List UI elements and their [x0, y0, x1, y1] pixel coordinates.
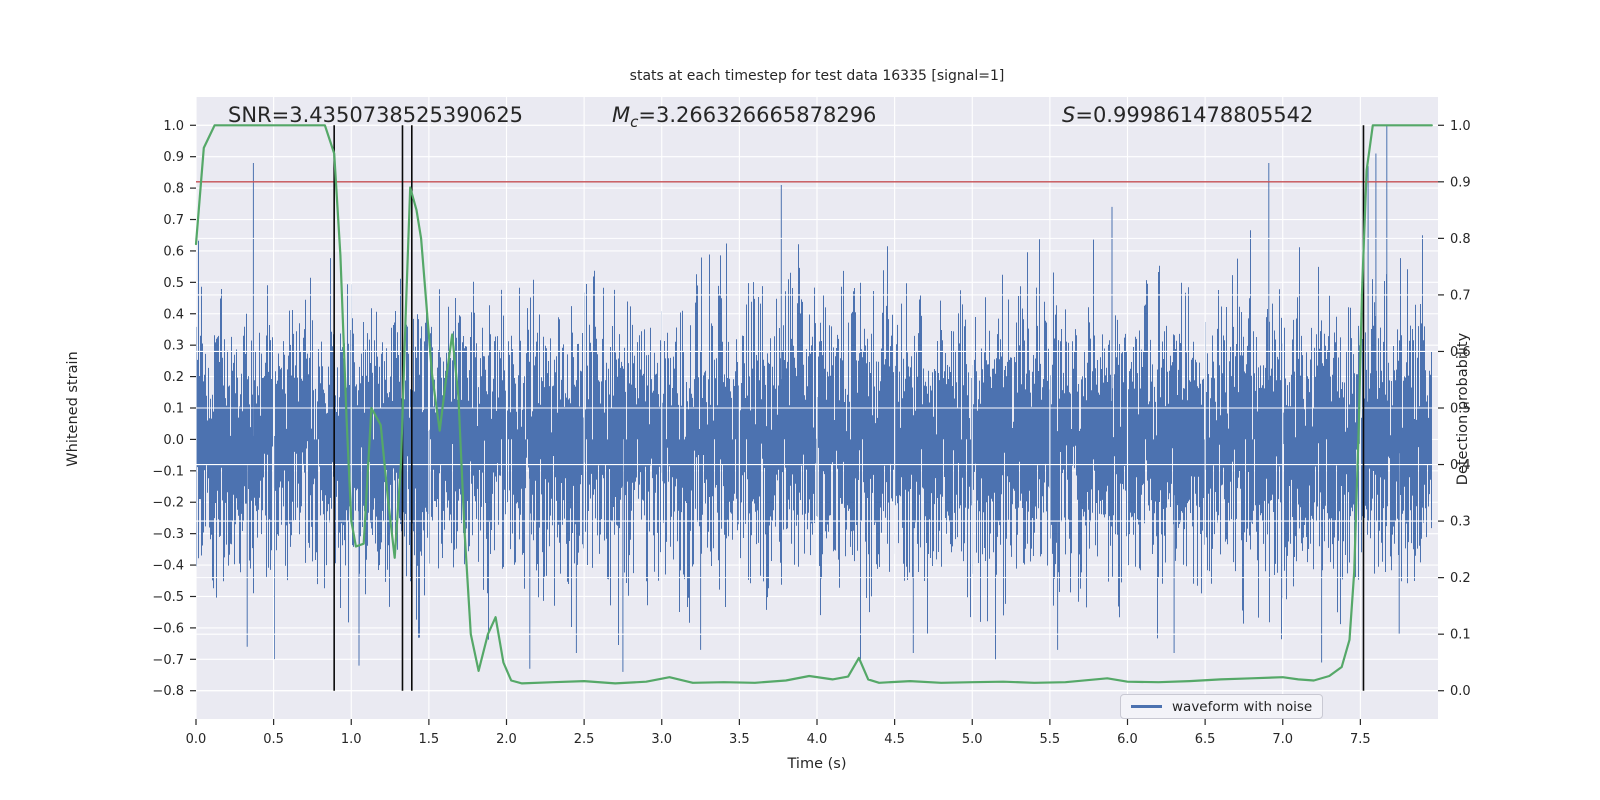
annotation-score: S=0.999861478805542 — [1062, 103, 1313, 127]
x-tick-label: 1.5 — [419, 732, 440, 747]
y-tick-label-left: −0.4 — [152, 559, 184, 574]
legend-line-sample — [1131, 705, 1162, 708]
y-tick-label-left: 0.7 — [163, 213, 184, 228]
y-tick-label-left: −0.6 — [152, 621, 184, 636]
x-tick-label: 6.0 — [1117, 732, 1138, 747]
y-tick-label-left: 0.8 — [163, 182, 184, 197]
y-tick-label-left: 0.4 — [163, 307, 184, 322]
annotation-mc-symbol: M — [612, 103, 631, 127]
y-tick-label-right: 1.0 — [1450, 119, 1471, 134]
annotation-mc-value: =3.266326665878296 — [638, 103, 877, 127]
x-tick-label: 2.5 — [574, 732, 595, 747]
y-tick-label-left: −0.1 — [152, 464, 184, 479]
y-tick-label-left: −0.5 — [152, 590, 184, 605]
x-tick-label: 7.0 — [1272, 732, 1293, 747]
y-tick-label-left: −0.2 — [152, 496, 184, 511]
figure: 1.0 0.9 0.8 0.7 0.6 0.5 0.4 0.3 0.2 0.1 0.0 −0.1 −0.… — [0, 0, 1600, 800]
x-tick-label: 5.0 — [962, 732, 983, 747]
y-tick-label-right: 0.2 — [1450, 571, 1471, 586]
legend-box: waveform with noise — [1120, 694, 1324, 719]
y-tick-label-left: 0.9 — [163, 150, 184, 165]
x-axis-label: Time (s) — [787, 756, 847, 772]
x-tick-label: 3.0 — [651, 732, 672, 747]
y-tick-label-right: 0.9 — [1450, 175, 1471, 190]
x-tick-label: 0.0 — [186, 732, 207, 747]
x-tick-label: 6.5 — [1195, 732, 1216, 747]
y-tick-label-left: 0.5 — [163, 276, 184, 291]
annotation-snr: SNR=3.4350738525390625 — [228, 103, 523, 127]
y-axis-label-right: Detection probability — [1455, 332, 1471, 486]
x-tick-label: 7.5 — [1350, 732, 1371, 747]
x-tick-label: 2.0 — [496, 732, 517, 747]
y-axis-label-left: Whitened strain — [65, 351, 81, 467]
y-tick-label-left: 0.1 — [163, 402, 184, 417]
x-tick-label: 1.0 — [341, 732, 362, 747]
annotation-s-value: =0.999861478805542 — [1075, 103, 1314, 127]
x-tick-label: 5.5 — [1040, 732, 1061, 747]
annotation-snr-text: SNR=3.4350738525390625 — [228, 103, 524, 127]
annotation-s-symbol: S — [1062, 103, 1076, 127]
x-tick-label: 3.5 — [729, 732, 750, 747]
y-tick-label-left: 0.6 — [163, 244, 184, 259]
x-tick-label: 4.0 — [807, 732, 828, 747]
annotation-chirp-mass: Mc=3.266326665878296 — [612, 103, 876, 131]
y-tick-label-right: 0.1 — [1450, 628, 1471, 643]
y-tick-label-left: 0.3 — [163, 339, 184, 354]
y-tick-label-right: 0.8 — [1450, 232, 1471, 247]
y-tick-label-left: 0.0 — [163, 433, 184, 448]
y-tick-label-left: −0.3 — [152, 527, 184, 542]
x-tick-label: 0.5 — [263, 732, 284, 747]
y-tick-label-left: −0.8 — [152, 684, 184, 699]
y-tick-label-right: 0.0 — [1450, 684, 1471, 699]
legend-label: waveform with noise — [1172, 698, 1313, 715]
y-tick-label-left: 0.2 — [163, 370, 184, 385]
x-tick-label: 4.5 — [884, 732, 905, 747]
chart-title: stats at each timestep for test data 163… — [629, 68, 1005, 84]
y-tick-label-left: 1.0 — [163, 119, 184, 134]
y-tick-label-left: −0.7 — [152, 653, 184, 668]
